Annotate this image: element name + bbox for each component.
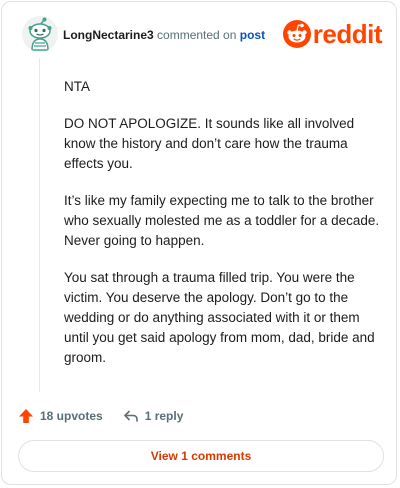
snoo-avatar-icon	[22, 16, 58, 52]
reply-count: 1 reply	[144, 409, 184, 423]
comment-card: LongNectarine3 commented on post reddit …	[1, 1, 397, 485]
reddit-logo[interactable]: reddit	[282, 19, 383, 49]
commented-on-text: commented on	[157, 28, 237, 42]
view-comments-button[interactable]: View 1 comments	[18, 440, 384, 472]
reddit-snoo-icon	[282, 20, 311, 48]
comment-paragraph: You sat through a trauma filled trip. Yo…	[64, 270, 375, 365]
user-avatar[interactable]	[22, 16, 58, 52]
comment-meta: LongNectarine3 commented on post	[63, 28, 265, 42]
comment-header: LongNectarine3 commented on post reddit	[22, 16, 383, 56]
comment-actions: 18 upvotes 1 reply	[18, 406, 183, 426]
comment-paragraph: NTA	[64, 79, 90, 94]
upvote-arrow-icon	[19, 409, 33, 423]
upvote-count: 18 upvotes	[40, 409, 103, 423]
upvote-button[interactable]: 18 upvotes	[18, 408, 103, 424]
reddit-wordmark: reddit	[312, 19, 383, 49]
comment-body: NTA DO NOT APOLOGIZE. It sounds like all…	[64, 77, 382, 385]
reply-button[interactable]: 1 reply	[123, 408, 184, 424]
comment-paragraph: It’s like my family expecting me to talk…	[64, 193, 380, 248]
comment-paragraph: DO NOT APOLOGIZE. It sounds like all inv…	[64, 116, 355, 171]
post-link[interactable]: post	[240, 28, 265, 42]
username-link[interactable]: LongNectarine3	[63, 28, 154, 42]
reply-arrow-icon	[123, 410, 138, 422]
thread-line	[39, 58, 40, 392]
